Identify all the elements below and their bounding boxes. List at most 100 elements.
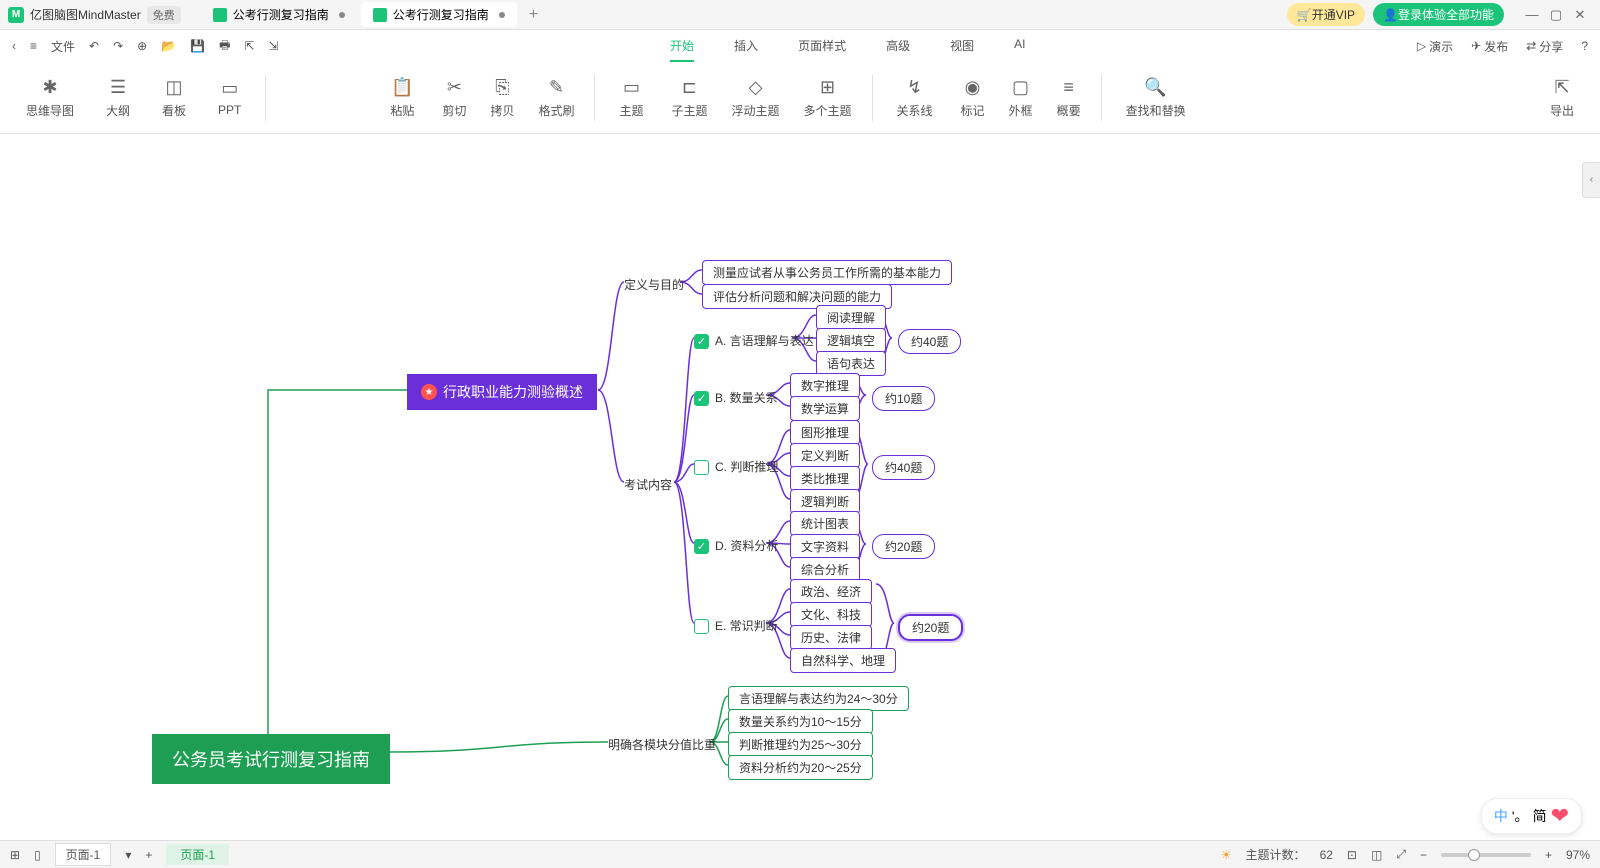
summary-button[interactable]: ≡概要 <box>1047 73 1091 123</box>
scores-node[interactable]: 明确各模块分值比重 <box>608 734 716 755</box>
save-icon[interactable]: 💾 <box>190 39 205 53</box>
find-replace-button[interactable]: 🔍查找和替换 <box>1112 73 1200 123</box>
paste-button[interactable]: 📋粘贴 <box>376 73 428 123</box>
multi-topic-button[interactable]: ⊞多个主题 <box>794 73 862 123</box>
file-menu[interactable]: 文件 <box>51 38 75 55</box>
menu-icon[interactable]: ≡ <box>30 39 37 53</box>
canvas[interactable]: ‹ 公务员考试行测复习指南 ★行政职业能力测验 <box>0 134 1600 840</box>
subtopic-button[interactable]: ⊏子主题 <box>661 73 717 123</box>
leaf-node[interactable]: 阅读理解 <box>816 305 886 330</box>
checkbox-icon[interactable] <box>694 334 709 349</box>
leaf-node[interactable]: 言语理解与表达约为24～30分 <box>728 686 909 711</box>
tab-view[interactable]: 视图 <box>950 31 974 62</box>
login-button[interactable]: 👤 登录体验全部功能 <box>1373 3 1504 26</box>
tab-ai[interactable]: AI <box>1014 31 1025 62</box>
summary-badge-selected[interactable]: 约20题 <box>898 614 963 641</box>
tab-adv[interactable]: 高级 <box>886 31 910 62</box>
summary-badge[interactable]: 约40题 <box>872 455 935 480</box>
layout-icon[interactable]: ⊡ <box>1347 848 1357 862</box>
page-tab[interactable]: 页面-1 <box>166 844 229 865</box>
doc-tab-2[interactable]: 公考行测复习指南 <box>361 2 517 27</box>
tab-page[interactable]: 页面样式 <box>798 31 846 62</box>
leaf-node[interactable]: 文化、科技 <box>790 602 872 627</box>
layout2-icon[interactable]: ◫ <box>1371 848 1382 862</box>
checkbox-icon[interactable] <box>694 539 709 554</box>
leaf-node[interactable]: 自然科学、地理 <box>790 648 896 673</box>
leaf-node[interactable]: 测量应试者从事公务员工作所需的基本能力 <box>702 260 952 285</box>
open-icon[interactable]: 📂 <box>161 39 176 53</box>
leaf-node[interactable]: 数字推理 <box>790 373 860 398</box>
share-button[interactable]: ⇄ 分享 <box>1526 38 1563 55</box>
frame-button[interactable]: ▢外框 <box>999 73 1043 123</box>
format-painter[interactable]: ✎格式刷 <box>528 73 584 123</box>
zoom-slider[interactable] <box>1441 853 1531 857</box>
side-panel-toggle[interactable]: ‹ <box>1582 162 1600 198</box>
summary-badge[interactable]: 约40题 <box>898 329 961 354</box>
add-page-button[interactable]: + <box>145 848 152 862</box>
publish-button[interactable]: ✈ 发布 <box>1471 38 1508 55</box>
content-node[interactable]: 考试内容 <box>624 474 672 495</box>
export-button[interactable]: ⇱导出 <box>1536 73 1588 123</box>
leaf-node[interactable]: 定义判断 <box>790 443 860 468</box>
minimize-button[interactable]: — <box>1520 7 1544 22</box>
leaf-node[interactable]: 图形推理 <box>790 420 860 445</box>
leaf-node[interactable]: 历史、法律 <box>790 625 872 650</box>
leaf-node[interactable]: 类比推理 <box>790 466 860 491</box>
zoom-in-button[interactable]: + <box>1545 848 1552 862</box>
copy-button[interactable]: ⎘拷贝 <box>480 73 524 123</box>
root-node[interactable]: 公务员考试行测复习指南 <box>152 734 390 784</box>
view-outline[interactable]: ☰大纲 <box>92 73 144 123</box>
import-icon[interactable]: ⇲ <box>269 39 279 53</box>
cat-d[interactable]: D. 资料分析 <box>694 535 778 556</box>
view-ppt[interactable]: ▭PPT <box>204 74 255 121</box>
undo-icon[interactable]: ↶ <box>89 39 99 53</box>
tab-insert[interactable]: 插入 <box>734 31 758 62</box>
summary-badge[interactable]: 约20题 <box>872 534 935 559</box>
cut-button[interactable]: ✂剪切 <box>432 73 476 123</box>
close-button[interactable]: ✕ <box>1568 7 1592 23</box>
checkbox-icon[interactable] <box>694 391 709 406</box>
new-icon[interactable]: ⊕ <box>137 39 147 53</box>
page-menu-icon[interactable]: ▾ <box>125 848 131 862</box>
checkbox-icon[interactable] <box>694 619 709 634</box>
vip-button[interactable]: 🛒 开通VIP <box>1287 3 1365 26</box>
float-topic-button[interactable]: ◇浮动主题 <box>721 73 789 123</box>
present-button[interactable]: ▷ 演示 <box>1417 38 1453 55</box>
export-icon[interactable]: ⇱ <box>244 39 254 53</box>
view-single-icon[interactable]: ▯ <box>34 848 41 862</box>
zoom-out-button[interactable]: − <box>1420 848 1427 862</box>
doc-tab-1[interactable]: 公考行测复习指南 <box>201 2 357 27</box>
page-selector[interactable]: 页面-1 <box>55 843 112 866</box>
leaf-node[interactable]: 统计图表 <box>790 511 860 536</box>
ime-indicator[interactable]: 中 '。 简 ❤ <box>1481 798 1582 834</box>
mark-button[interactable]: ◉标记 <box>951 73 995 123</box>
leaf-node[interactable]: 文字资料 <box>790 534 860 559</box>
def-node[interactable]: 定义与目的 <box>624 274 684 295</box>
slider-thumb[interactable] <box>1468 849 1480 861</box>
cat-c[interactable]: C. 判断推理 <box>694 456 778 477</box>
leaf-node[interactable]: 资料分析约为20～25分 <box>728 755 873 780</box>
help-icon[interactable]: ? <box>1581 39 1588 53</box>
checkbox-icon[interactable] <box>694 460 709 475</box>
section-node[interactable]: ★行政职业能力测验概述 <box>407 374 597 410</box>
relation-button[interactable]: ↯关系线 <box>883 73 947 123</box>
leaf-node[interactable]: 数学运算 <box>790 396 860 421</box>
tab-start[interactable]: 开始 <box>670 31 694 62</box>
cat-b[interactable]: B. 数量关系 <box>694 387 778 408</box>
view-mindmap[interactable]: ✱思维导图 <box>12 73 88 123</box>
view-grid-icon[interactable]: ⊞ <box>10 848 20 862</box>
print-icon[interactable]: 🖶 <box>219 36 230 57</box>
fit-icon[interactable]: ⤢ <box>1396 847 1406 862</box>
leaf-node[interactable]: 逻辑填空 <box>816 328 886 353</box>
back-icon[interactable]: ‹ <box>12 39 16 53</box>
leaf-node[interactable]: 政治、经济 <box>790 579 872 604</box>
new-tab-button[interactable]: + <box>521 2 546 28</box>
maximize-button[interactable]: ▢ <box>1544 7 1568 23</box>
view-board[interactable]: ◫看板 <box>148 73 200 123</box>
leaf-node[interactable]: 数量关系约为10～15分 <box>728 709 873 734</box>
cat-e[interactable]: E. 常识判断 <box>694 615 778 636</box>
topic-button[interactable]: ▭主题 <box>605 73 657 123</box>
redo-icon[interactable]: ↷ <box>113 39 123 53</box>
leaf-node[interactable]: 判断推理约为25～30分 <box>728 732 873 757</box>
summary-badge[interactable]: 约10题 <box>872 386 935 411</box>
